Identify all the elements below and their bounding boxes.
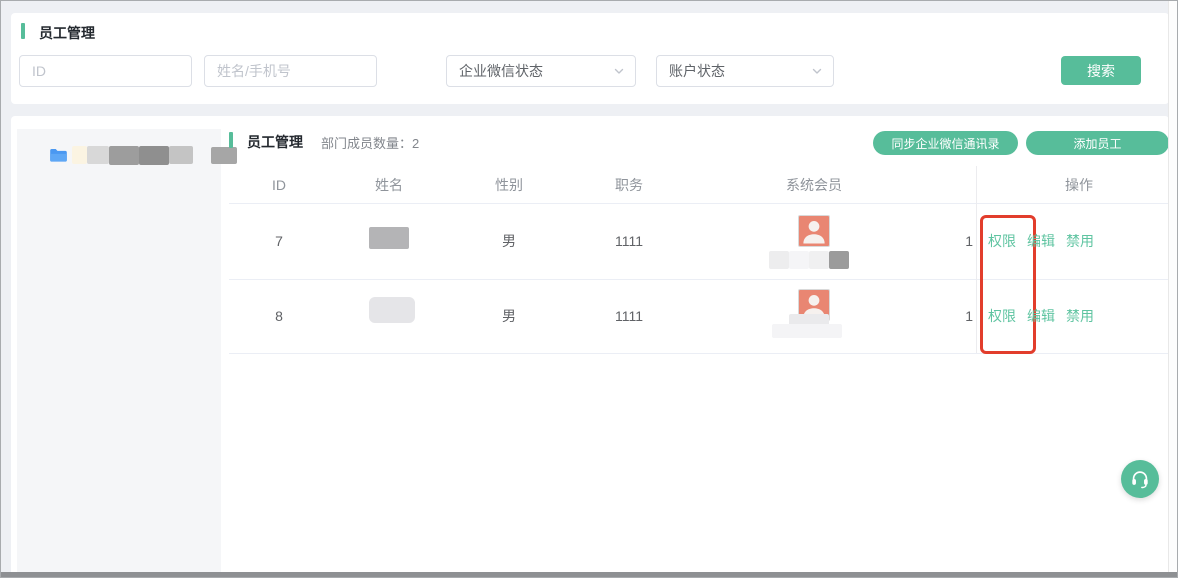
col-header-member: 系统会员 bbox=[744, 166, 884, 203]
redacted-text bbox=[211, 147, 237, 164]
account-status-select-value: 账户状态 bbox=[669, 61, 725, 81]
cell-gender: 男 bbox=[469, 203, 549, 279]
col-header-action: 操作 bbox=[1019, 166, 1139, 203]
redacted-text bbox=[169, 146, 193, 164]
edit-link[interactable]: 编辑 bbox=[1027, 231, 1055, 251]
disable-link[interactable]: 禁用 bbox=[1066, 231, 1094, 251]
page-title: 员工管理 bbox=[39, 23, 95, 43]
wecom-status-select-value: 企业微信状态 bbox=[459, 61, 543, 81]
search-button[interactable]: 搜索 bbox=[1061, 56, 1141, 85]
app-window: 员工管理 企业微信状态 账户状态 搜索 bbox=[0, 0, 1178, 578]
chevron-down-icon bbox=[811, 65, 823, 77]
wecom-status-select[interactable]: 企业微信状态 bbox=[446, 55, 636, 87]
add-employee-button[interactable]: 添加员工 bbox=[1026, 131, 1169, 155]
headset-icon bbox=[1129, 468, 1151, 490]
department-tree-sidebar bbox=[17, 129, 221, 573]
member-count-label: 部门成员数量：2 bbox=[321, 133, 419, 152]
cell-gender: 男 bbox=[469, 279, 549, 353]
redacted-name bbox=[369, 227, 409, 249]
cell-job: 1111 bbox=[579, 203, 679, 279]
col-header-id: ID bbox=[239, 166, 319, 203]
clipped-cell-value: 1 bbox=[959, 203, 973, 279]
col-header-job: 职务 bbox=[579, 166, 679, 203]
section-accent-bar bbox=[229, 132, 233, 148]
content-card: 员工管理 部门成员数量：2 同步企业微信通讯录 添加员工 ID 姓名 性别 职务… bbox=[11, 116, 1169, 578]
col-header-name: 姓名 bbox=[339, 166, 439, 203]
redacted-name bbox=[369, 297, 415, 323]
permission-link[interactable]: 权限 bbox=[988, 231, 1016, 251]
section-accent-bar bbox=[21, 23, 25, 39]
permission-link[interactable]: 权限 bbox=[988, 306, 1016, 326]
redacted-text bbox=[769, 251, 789, 269]
redacted-text bbox=[139, 146, 169, 165]
table-section-title: 员工管理 bbox=[247, 132, 303, 152]
redacted-text bbox=[87, 146, 109, 164]
cell-id: 8 bbox=[239, 279, 319, 353]
chevron-down-icon bbox=[613, 65, 625, 77]
edit-link[interactable]: 编辑 bbox=[1027, 306, 1055, 326]
filter-card: 员工管理 企业微信状态 账户状态 搜索 bbox=[11, 13, 1169, 104]
table-divider bbox=[229, 353, 1169, 354]
cell-job: 1111 bbox=[579, 279, 679, 353]
redacted-text bbox=[789, 251, 809, 269]
col-header-gender: 性别 bbox=[469, 166, 549, 203]
folder-icon bbox=[49, 147, 68, 163]
department-tree-item[interactable] bbox=[49, 145, 237, 165]
redacted-text bbox=[829, 251, 849, 269]
vertical-scrollbar[interactable] bbox=[1168, 1, 1178, 578]
person-icon bbox=[799, 216, 829, 246]
account-status-select[interactable]: 账户状态 bbox=[656, 55, 834, 87]
fixed-column-divider bbox=[976, 166, 977, 353]
name-phone-input[interactable] bbox=[204, 55, 377, 87]
customer-service-button[interactable] bbox=[1121, 460, 1159, 498]
disable-link[interactable]: 禁用 bbox=[1066, 306, 1094, 326]
redacted-text bbox=[772, 324, 842, 338]
redacted-text bbox=[72, 146, 87, 164]
redacted-text bbox=[809, 251, 829, 269]
horizontal-scrollbar[interactable] bbox=[1, 572, 1178, 578]
clipped-cell-value: 1 bbox=[959, 279, 973, 353]
redacted-text bbox=[109, 146, 139, 165]
member-avatar bbox=[798, 215, 830, 247]
cell-id: 7 bbox=[239, 203, 319, 279]
sync-wecom-contacts-button[interactable]: 同步企业微信通讯录 bbox=[873, 131, 1018, 155]
id-input[interactable] bbox=[19, 55, 192, 87]
